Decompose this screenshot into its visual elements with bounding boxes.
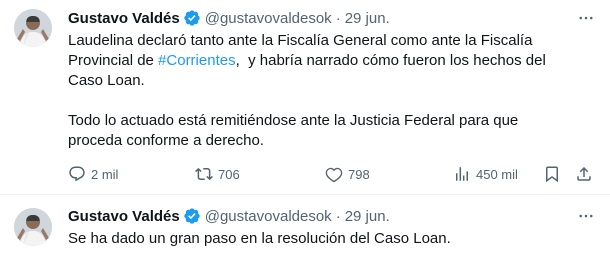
tweet-line: Se ha dado un gran paso en la resolución…: [68, 230, 451, 247]
tweet-line: Caso Loan.: [68, 72, 145, 89]
tweet-header: Gustavo Valdés @gustavovaldesok · 29 jun…: [68, 206, 390, 226]
verified-badge-icon: [183, 207, 201, 225]
timestamp[interactable]: 29 jun.: [345, 208, 390, 225]
avatar[interactable]: [14, 208, 52, 246]
views-chart-icon: [453, 165, 471, 183]
avatar[interactable]: [14, 9, 52, 47]
tweet-text-fragment: Provincial de: [68, 52, 159, 69]
tweet-text: Se ha dado un gran paso en la resolución…: [68, 229, 600, 249]
views-button[interactable]: 450 mil: [453, 163, 518, 185]
tweet-line: Todo lo actuado está remitiéndose ante l…: [68, 112, 519, 129]
reply-icon: [68, 165, 86, 183]
timestamp[interactable]: 29 jun.: [345, 10, 390, 27]
share-icon: [575, 165, 593, 183]
author-name[interactable]: Gustavo Valdés: [68, 10, 180, 27]
reply-count: 2 mil: [91, 166, 119, 182]
reply-button[interactable]: 2 mil: [68, 163, 118, 185]
tweet-text-fragment: , y habría narrado cómo fueron los hecho…: [235, 52, 546, 69]
tweet[interactable]: Gustavo Valdés @gustavovaldesok · 29 jun…: [0, 195, 610, 262]
tweet-line: Provincial de #Corrientes, y habría narr…: [68, 51, 600, 71]
bookmark-icon: [543, 165, 561, 183]
author-handle[interactable]: @gustavovaldesok: [205, 208, 332, 225]
separator-dot: ·: [335, 207, 341, 225]
verified-badge-icon: [183, 9, 201, 27]
separator-dot: ·: [335, 9, 341, 27]
repost-count: 706: [218, 166, 240, 182]
bookmark-button[interactable]: [543, 163, 561, 185]
tweet-text: Laudelina declaró tanto ante la Fiscalía…: [68, 31, 600, 151]
heart-icon: [325, 165, 343, 183]
more-options-icon[interactable]: [576, 206, 596, 226]
share-button[interactable]: [575, 163, 593, 185]
tweet-line: Laudelina declaró tanto ante la Fiscalía…: [68, 32, 533, 49]
more-options-icon[interactable]: [576, 8, 596, 28]
hashtag-link[interactable]: #Corrientes: [158, 52, 236, 69]
like-button[interactable]: 798: [325, 163, 370, 185]
tweet-actions: 2 mil 706 798 450 mil: [68, 163, 598, 185]
tweet-line: proceda conforme a derecho.: [68, 132, 264, 149]
like-count: 798: [348, 166, 370, 182]
tweet-header: Gustavo Valdés @gustavovaldesok · 29 jun…: [68, 8, 390, 28]
repost-button[interactable]: 706: [195, 163, 240, 185]
repost-icon: [195, 165, 213, 183]
views-count: 450 mil: [476, 166, 518, 182]
tweet[interactable]: Gustavo Valdés @gustavovaldesok · 29 jun…: [0, 0, 610, 195]
author-handle[interactable]: @gustavovaldesok: [205, 10, 332, 27]
author-name[interactable]: Gustavo Valdés: [68, 208, 180, 225]
